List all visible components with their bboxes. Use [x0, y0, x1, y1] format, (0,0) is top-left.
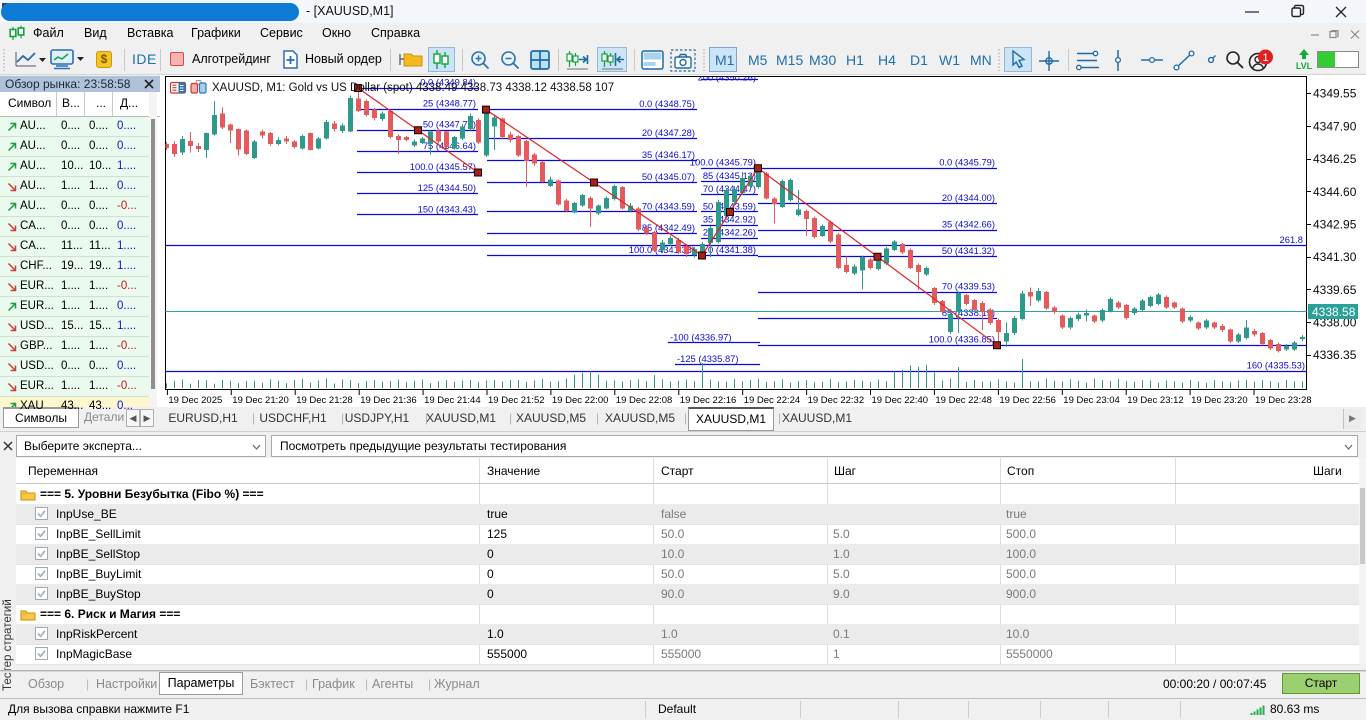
svg-text:4338.58: 4338.58: [1312, 305, 1356, 319]
svg-text:100.0 (4336.85): 100.0 (4336.85): [929, 334, 995, 345]
svg-text:150 (4343.43): 150 (4343.43): [418, 203, 476, 214]
svg-text:50 (4345.07): 50 (4345.07): [642, 171, 695, 182]
svg-text:4341.30: 4341.30: [1313, 250, 1357, 264]
svg-text:4346.25: 4346.25: [1313, 152, 1357, 166]
svg-text:19 Dec 22:00: 19 Dec 22:00: [552, 395, 609, 406]
svg-text:19 Dec 21:28: 19 Dec 21:28: [296, 395, 353, 406]
svg-text:-100 (4336.97): -100 (4336.97): [670, 331, 732, 342]
svg-text:19 Dec 22:56: 19 Dec 22:56: [999, 395, 1056, 406]
svg-text:20 (4347.28): 20 (4347.28): [642, 127, 695, 138]
svg-text:4339.65: 4339.65: [1313, 283, 1357, 297]
svg-text:19 Dec 2025: 19 Dec 2025: [168, 395, 222, 406]
svg-text:85 (4342.49): 85 (4342.49): [642, 222, 695, 233]
svg-text:19 Dec 22:08: 19 Dec 22:08: [616, 395, 673, 406]
svg-text:19 Dec 23:04: 19 Dec 23:04: [1063, 395, 1120, 406]
svg-text:19 Dec 21:52: 19 Dec 21:52: [488, 395, 545, 406]
svg-text:19 Dec 21:20: 19 Dec 21:20: [232, 395, 289, 406]
svg-text:19 Dec 21:44: 19 Dec 21:44: [424, 395, 481, 406]
svg-text:19 Dec 22:24: 19 Dec 22:24: [744, 395, 801, 406]
svg-text:4349.55: 4349.55: [1313, 87, 1357, 101]
svg-text:19 Dec 23:12: 19 Dec 23:12: [1127, 395, 1184, 406]
svg-text:125 (4344.50): 125 (4344.50): [418, 182, 476, 193]
svg-text:1: 1: [1262, 52, 1268, 64]
svg-text:4342.95: 4342.95: [1313, 217, 1357, 231]
svg-text:261.8: 261.8: [1280, 234, 1303, 245]
svg-text:160 (4335.53): 160 (4335.53): [1247, 359, 1305, 370]
svg-text:50 (4341.32): 50 (4341.32): [942, 245, 995, 256]
svg-text:LVL: LVL: [1296, 61, 1313, 71]
svg-text:19 Dec 21:36: 19 Dec 21:36: [360, 395, 417, 406]
svg-text:19 Dec 22:48: 19 Dec 22:48: [935, 395, 992, 406]
svg-text:19 Dec 23:28: 19 Dec 23:28: [1255, 395, 1312, 406]
svg-text:70 (4339.53): 70 (4339.53): [942, 281, 995, 292]
svg-text:19 Dec 22:40: 19 Dec 22:40: [872, 395, 929, 406]
svg-text:25 (4348.77): 25 (4348.77): [423, 98, 476, 109]
svg-text:100.0 (4345.79): 100.0 (4345.79): [690, 157, 756, 168]
svg-text:4336.35: 4336.35: [1313, 348, 1357, 362]
svg-text:35 (4342.66): 35 (4342.66): [942, 219, 995, 230]
svg-text:20 (4344.00): 20 (4344.00): [942, 192, 995, 203]
svg-text:100.0 (4345.57): 100.0 (4345.57): [410, 161, 476, 172]
svg-text:XAUUSD, M1: Gold vs US Dollar: XAUUSD, M1: Gold vs US Dollar (spot) 433…: [212, 82, 614, 94]
svg-text:19 Dec 22:16: 19 Dec 22:16: [680, 395, 737, 406]
svg-text:19 Dec 22:32: 19 Dec 22:32: [808, 395, 865, 406]
svg-text:19 Dec 23:20: 19 Dec 23:20: [1191, 395, 1248, 406]
svg-text:35 (4346.17): 35 (4346.17): [642, 149, 695, 160]
svg-text:-125 (4335.87): -125 (4335.87): [677, 353, 739, 364]
svg-text:4347.90: 4347.90: [1313, 119, 1357, 133]
svg-text:0.0 (4348.75): 0.0 (4348.75): [639, 98, 695, 109]
svg-text:70 (4343.59): 70 (4343.59): [642, 200, 695, 211]
svg-text:4344.60: 4344.60: [1313, 185, 1357, 199]
svg-text:0.0 (4345.79): 0.0 (4345.79): [939, 157, 995, 168]
